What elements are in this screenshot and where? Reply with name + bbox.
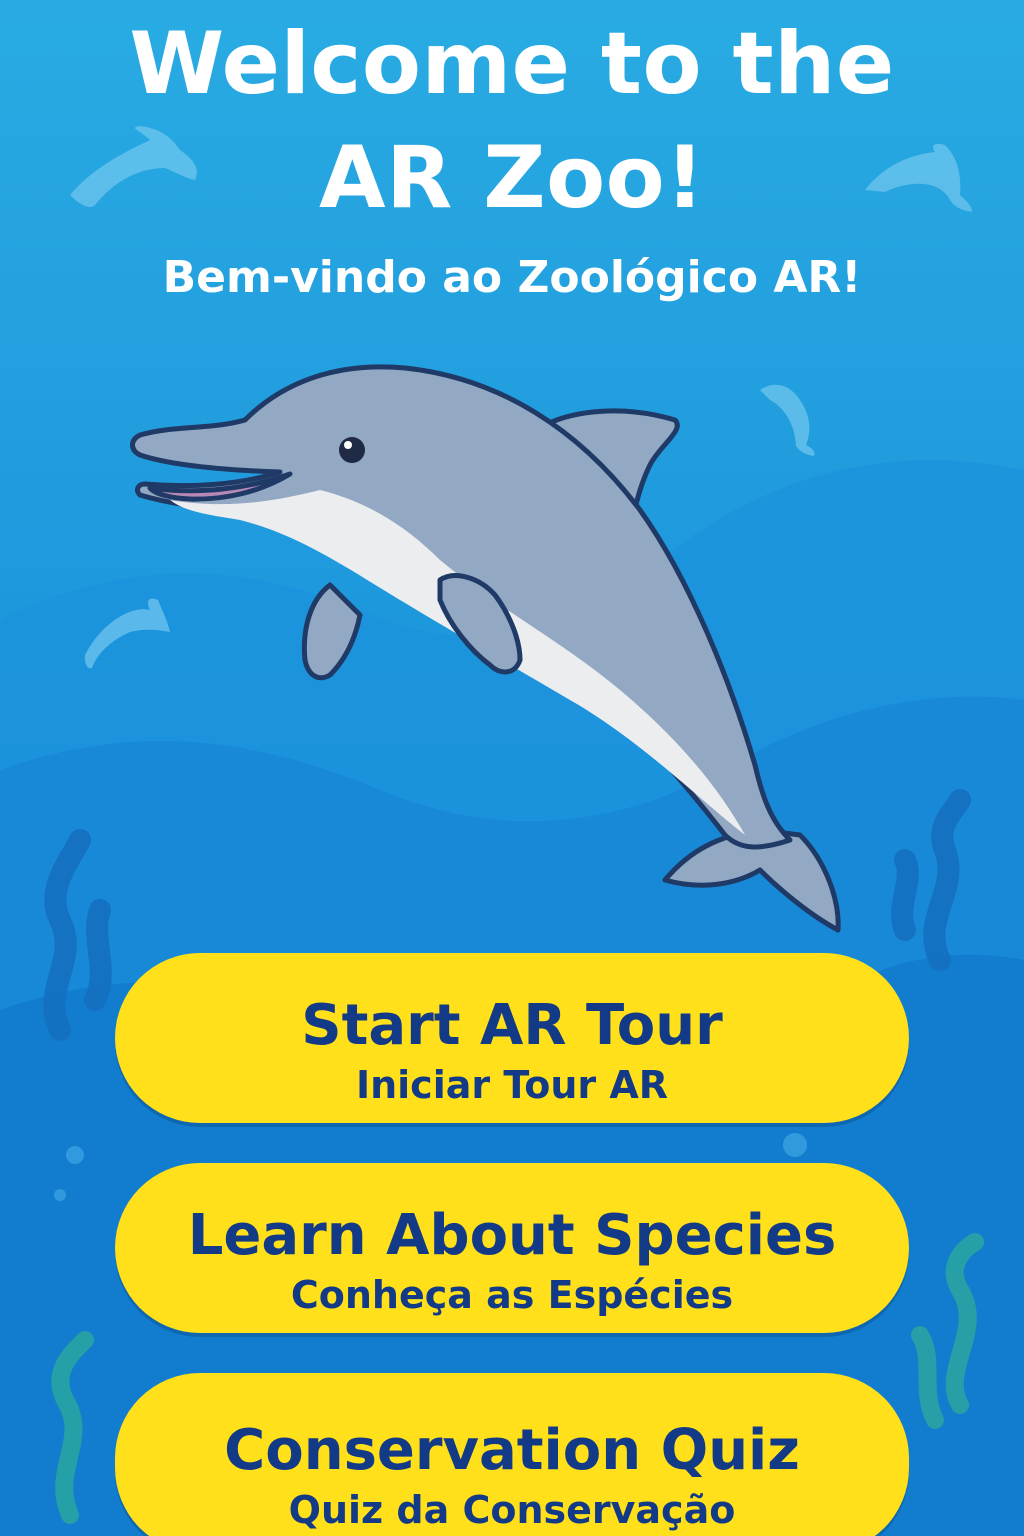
start-ar-tour-button[interactable]: Start AR Tour Iniciar Tour AR xyxy=(115,953,909,1123)
learn-about-species-button[interactable]: Learn About Species Conheça as Espécies xyxy=(115,1163,909,1333)
button-sublabel: Conheça as Espécies xyxy=(290,1273,734,1317)
page-title-line2: AR Zoo! xyxy=(319,128,705,228)
button-sublabel: Iniciar Tour AR xyxy=(355,1063,669,1107)
button-sublabel: Quiz da Conservação xyxy=(288,1488,736,1532)
conservation-quiz-button[interactable]: Conservation Quiz Quiz da Conservação xyxy=(115,1373,909,1536)
dolphin-eye xyxy=(339,437,365,463)
button-label: Conservation Quiz xyxy=(224,1418,800,1483)
page-subtitle: Bem-vindo ao Zoológico AR! xyxy=(162,252,862,303)
page-title-line1: Welcome to the xyxy=(129,14,895,114)
button-label: Start AR Tour xyxy=(301,993,723,1058)
dolphin-silhouette-icon xyxy=(760,384,815,456)
button-label: Learn About Species xyxy=(187,1203,837,1268)
